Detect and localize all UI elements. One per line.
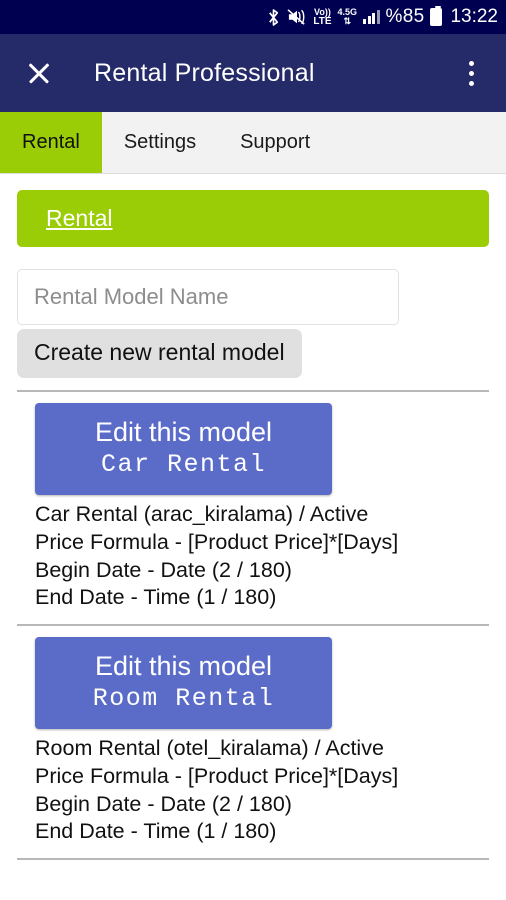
model-info-line: End Date - Time (1 / 180) — [35, 585, 277, 610]
close-icon[interactable] — [22, 56, 56, 90]
bluetooth-icon — [266, 8, 281, 27]
volte-icon: Vo)) LTE — [313, 7, 332, 27]
rental-model-name-input[interactable] — [17, 269, 399, 325]
create-new-rental-model-button[interactable]: Create new rental model — [17, 329, 302, 378]
tab-settings[interactable]: Settings — [102, 112, 218, 173]
model-info-line: End Date - Time (1 / 180) — [35, 819, 277, 844]
model-info-line: Begin Date - Date (2 / 180) — [35, 557, 292, 582]
tab-support[interactable]: Support — [218, 112, 332, 173]
battery-percent-label: %85 — [385, 6, 425, 27]
network-4.5g-icon: 4.5G ⇅ — [338, 8, 358, 26]
status-bar: Vo)) LTE 4.5G ⇅ %85 13:22 — [0, 0, 506, 34]
edit-model-button-room-rental[interactable]: Edit this model Room Rental — [35, 636, 332, 730]
mute-icon — [287, 8, 307, 26]
page-title: Rental Professional — [94, 58, 315, 87]
edit-model-button-car-rental[interactable]: Edit this model Car Rental — [35, 403, 332, 496]
main-content: Rental Create new rental model Edit this… — [0, 190, 506, 860]
app-screen: Vo)) LTE 4.5G ⇅ %85 13:22 Rental Profess… — [0, 0, 506, 900]
model-info-line: Price Formula - [Product Price]*[Days] — [35, 763, 399, 788]
rental-model-card: Edit this model Room Rental Room Rental … — [17, 626, 489, 846]
rental-banner: Rental — [17, 190, 489, 247]
overflow-menu-icon[interactable] — [458, 60, 484, 86]
rental-model-card: Edit this model Car Rental Car Rental (a… — [17, 392, 489, 612]
card-divider — [17, 857, 489, 860]
edit-button-label: Edit this model — [94, 650, 273, 681]
signal-bars-icon — [363, 10, 380, 24]
battery-icon — [430, 6, 443, 26]
model-info-line: Room Rental (otel_kiralama) / Active — [35, 736, 384, 761]
rental-model-info: Car Rental (arac_kiralama) / Active Pric… — [35, 501, 489, 612]
rental-banner-link[interactable]: Rental — [46, 205, 112, 232]
clock-label: 13:22 — [450, 6, 498, 27]
model-info-line: Price Formula - [Product Price]*[Days] — [35, 529, 399, 554]
volte-bottom-text: LTE — [313, 15, 332, 27]
model-name-label: Room Rental — [92, 684, 275, 714]
model-name-label: Car Rental — [100, 450, 267, 480]
model-info-line: Car Rental (arac_kiralama) / Active — [35, 502, 369, 527]
edit-button-label: Edit this model — [94, 417, 273, 447]
rental-model-info: Room Rental (otel_kiralama) / Active Pri… — [35, 735, 489, 846]
data-arrows-icon: ⇅ — [343, 16, 352, 26]
title-bar: Rental Professional — [0, 34, 506, 112]
tab-bar: Rental Settings Support — [0, 112, 506, 174]
tab-rental[interactable]: Rental — [0, 112, 102, 173]
model-info-line: Begin Date - Date (2 / 180) — [35, 791, 292, 816]
